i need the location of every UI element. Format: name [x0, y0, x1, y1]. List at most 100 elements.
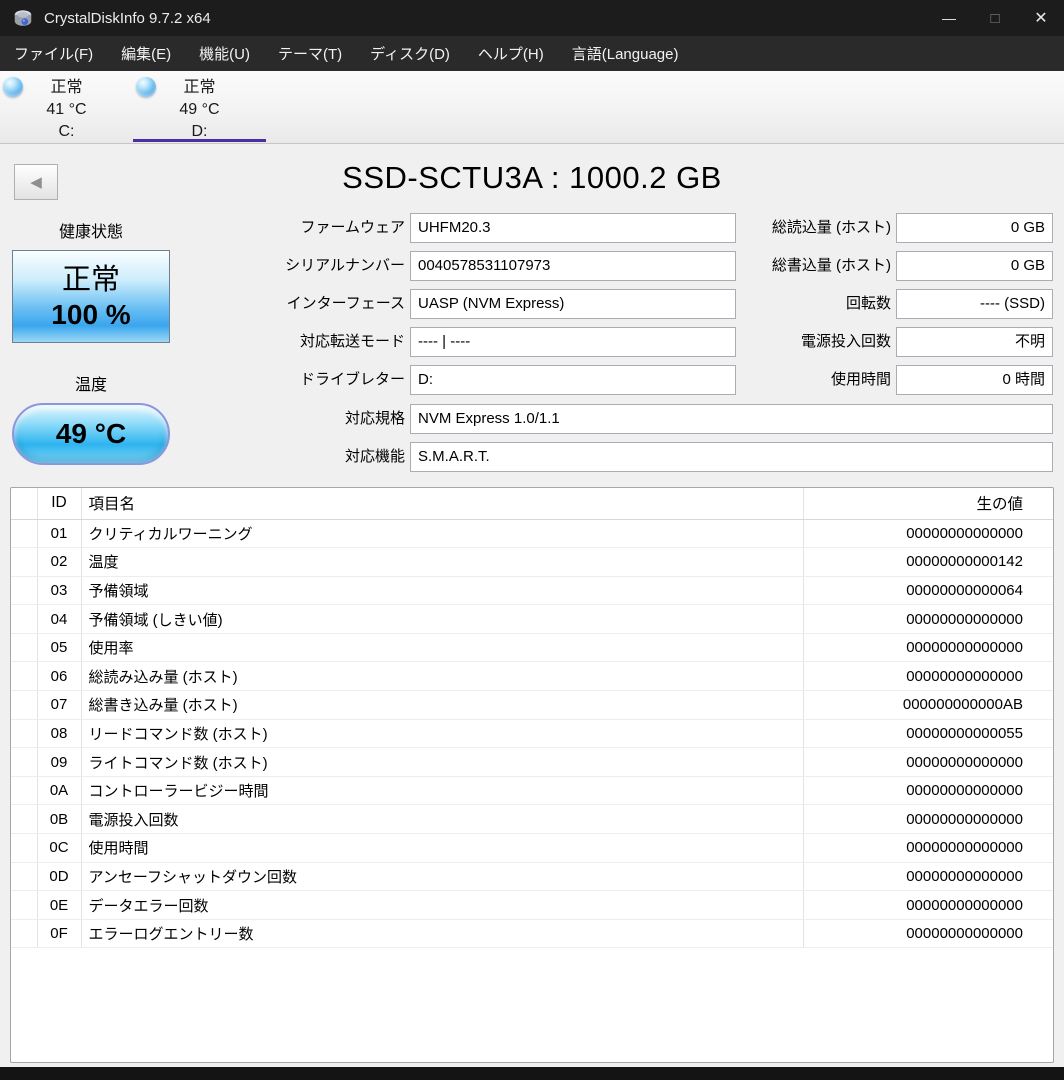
menu-item[interactable]: 編集(E): [107, 36, 185, 71]
table-row[interactable]: 0A コントローラービジー時間 00000000000000: [11, 776, 1053, 805]
menu-item[interactable]: ヘルプ(H): [464, 36, 558, 71]
attribute-raw-value: 00000000000064: [803, 576, 1053, 605]
attribute-name: 予備領域: [81, 576, 803, 605]
attribute-name: 予備領域 (しきい値): [81, 605, 803, 634]
attribute-raw-value: 00000000000000: [803, 633, 1053, 662]
attribute-id: 03: [37, 576, 81, 605]
info-field-value: ---- | ----: [410, 327, 736, 357]
attribute-name: クリティカルワーニング: [81, 519, 803, 548]
table-row[interactable]: 02 温度 00000000000142: [11, 548, 1053, 577]
status-good-orb-icon: [3, 77, 23, 97]
attribute-id: 06: [37, 662, 81, 691]
attribute-id: 09: [37, 748, 81, 777]
maximize-button[interactable]: □: [972, 0, 1018, 36]
attribute-raw-value: 00000000000000: [803, 662, 1053, 691]
drive-temperature: 41 °C: [0, 99, 133, 121]
table-row[interactable]: 01 クリティカルワーニング 00000000000000: [11, 519, 1053, 548]
app-disk-icon: [12, 7, 34, 29]
attribute-id: 04: [37, 605, 81, 634]
row-status-cell: [11, 548, 37, 577]
info-field-value: UHFM20.3: [410, 213, 736, 243]
menu-item[interactable]: ディスク(D): [356, 36, 464, 71]
info-field-label: 回転数: [726, 289, 891, 319]
info-field-value: 不明: [896, 327, 1053, 357]
info-row: 電源投入回数 不明: [726, 327, 1053, 357]
info-field-label: 総読込量 (ホスト): [726, 213, 891, 243]
health-percent: 100 %: [51, 298, 130, 332]
attribute-id: 05: [37, 633, 81, 662]
status-good-orb-icon: [136, 77, 156, 97]
attribute-name: 使用時間: [81, 834, 803, 863]
attribute-name: エラーログエントリー数: [81, 919, 803, 948]
close-button[interactable]: ✕: [1018, 0, 1064, 36]
info-field-label: 対応規格: [230, 404, 405, 434]
table-row[interactable]: 0F エラーログエントリー数 00000000000000: [11, 919, 1053, 948]
drive-letter: C:: [0, 121, 133, 143]
menu-item[interactable]: 機能(U): [185, 36, 264, 71]
table-header-row: ID 項目名 生の値: [11, 488, 1053, 519]
drive-tab-d-selected[interactable]: 正常 49 °C D:: [133, 71, 266, 143]
info-field-label: 対応転送モード: [230, 327, 405, 357]
temperature-label: 温度: [12, 371, 170, 395]
attribute-name: データエラー回数: [81, 891, 803, 920]
table-row[interactable]: 09 ライトコマンド数 (ホスト) 00000000000000: [11, 748, 1053, 777]
row-status-cell: [11, 919, 37, 948]
minimize-button[interactable]: —: [926, 0, 972, 36]
info-field-label: 使用時間: [726, 365, 891, 395]
attribute-raw-value: 00000000000000: [803, 605, 1053, 634]
menu-item[interactable]: テーマ(T): [264, 36, 356, 71]
info-row: 総読込量 (ホスト) 0 GB: [726, 213, 1053, 243]
window-controls: — □ ✕: [926, 0, 1064, 36]
attribute-raw-value: 00000000000142: [803, 548, 1053, 577]
table-row[interactable]: 04 予備領域 (しきい値) 00000000000000: [11, 605, 1053, 634]
attribute-raw-value: 00000000000000: [803, 834, 1053, 863]
app-window: CrystalDiskInfo 9.7.2 x64 — □ ✕ ファイル(F) …: [0, 0, 1064, 1080]
info-row: 対応転送モード ---- | ----: [230, 327, 736, 357]
info-field-label: シリアルナンバー: [230, 251, 405, 281]
attribute-id: 08: [37, 719, 81, 748]
info-field-value: 0 GB: [896, 213, 1053, 243]
attribute-raw-value: 00000000000000: [803, 776, 1053, 805]
menu-item[interactable]: 言語(Language): [558, 36, 693, 71]
drive-tab-c[interactable]: 正常 41 °C C:: [0, 71, 133, 143]
row-status-cell: [11, 776, 37, 805]
table-row[interactable]: 0E データエラー回数 00000000000000: [11, 891, 1053, 920]
table-row[interactable]: 0B 電源投入回数 00000000000000: [11, 805, 1053, 834]
table-row[interactable]: 08 リードコマンド数 (ホスト) 00000000000055: [11, 719, 1053, 748]
info-fields-wide: 対応規格 NVM Express 1.0/1.1 対応機能 S.M.A.R.T.: [230, 404, 1053, 472]
attribute-name: アンセーフシャットダウン回数: [81, 862, 803, 891]
attribute-raw-value: 00000000000000: [803, 519, 1053, 548]
drive-temperature: 49 °C: [133, 99, 266, 121]
row-status-cell: [11, 662, 37, 691]
attribute-name: ライトコマンド数 (ホスト): [81, 748, 803, 777]
drive-tab-bar: 正常 41 °C C: 正常 49 °C D:: [0, 71, 1064, 144]
table-row[interactable]: 0C 使用時間 00000000000000: [11, 834, 1053, 863]
info-field-label: 総書込量 (ホスト): [726, 251, 891, 281]
table-row[interactable]: 07 総書き込み量 (ホスト) 000000000000AB: [11, 691, 1053, 720]
row-status-cell: [11, 805, 37, 834]
info-row: 対応機能 S.M.A.R.T.: [230, 442, 1053, 472]
row-status-cell: [11, 862, 37, 891]
info-field-label: 電源投入回数: [726, 327, 891, 357]
row-status-cell: [11, 891, 37, 920]
row-status-cell: [11, 691, 37, 720]
attribute-id: 01: [37, 519, 81, 548]
attribute-name: 温度: [81, 548, 803, 577]
table-row[interactable]: 0D アンセーフシャットダウン回数 00000000000000: [11, 862, 1053, 891]
info-row: インターフェース UASP (NVM Express): [230, 289, 736, 319]
menu-item[interactable]: ファイル(F): [0, 36, 107, 71]
title-bar: CrystalDiskInfo 9.7.2 x64 — □ ✕: [0, 0, 1064, 36]
table-row[interactable]: 03 予備領域 00000000000064: [11, 576, 1053, 605]
attribute-name: 使用率: [81, 633, 803, 662]
info-fields-right: 総読込量 (ホスト) 0 GB 総書込量 (ホスト) 0 GB 回転数 ----…: [726, 213, 1053, 395]
row-status-cell: [11, 834, 37, 863]
row-status-cell: [11, 519, 37, 548]
table-row[interactable]: 05 使用率 00000000000000: [11, 633, 1053, 662]
attribute-raw-value: 00000000000055: [803, 719, 1053, 748]
attribute-id: 0C: [37, 834, 81, 863]
id-column-header: ID: [37, 488, 81, 519]
info-row: ファームウェア UHFM20.3: [230, 213, 736, 243]
table-row[interactable]: 06 総読み込み量 (ホスト) 00000000000000: [11, 662, 1053, 691]
attribute-raw-value: 00000000000000: [803, 862, 1053, 891]
smart-rows: 01 クリティカルワーニング 00000000000000 02 温度 0000…: [11, 519, 1053, 948]
